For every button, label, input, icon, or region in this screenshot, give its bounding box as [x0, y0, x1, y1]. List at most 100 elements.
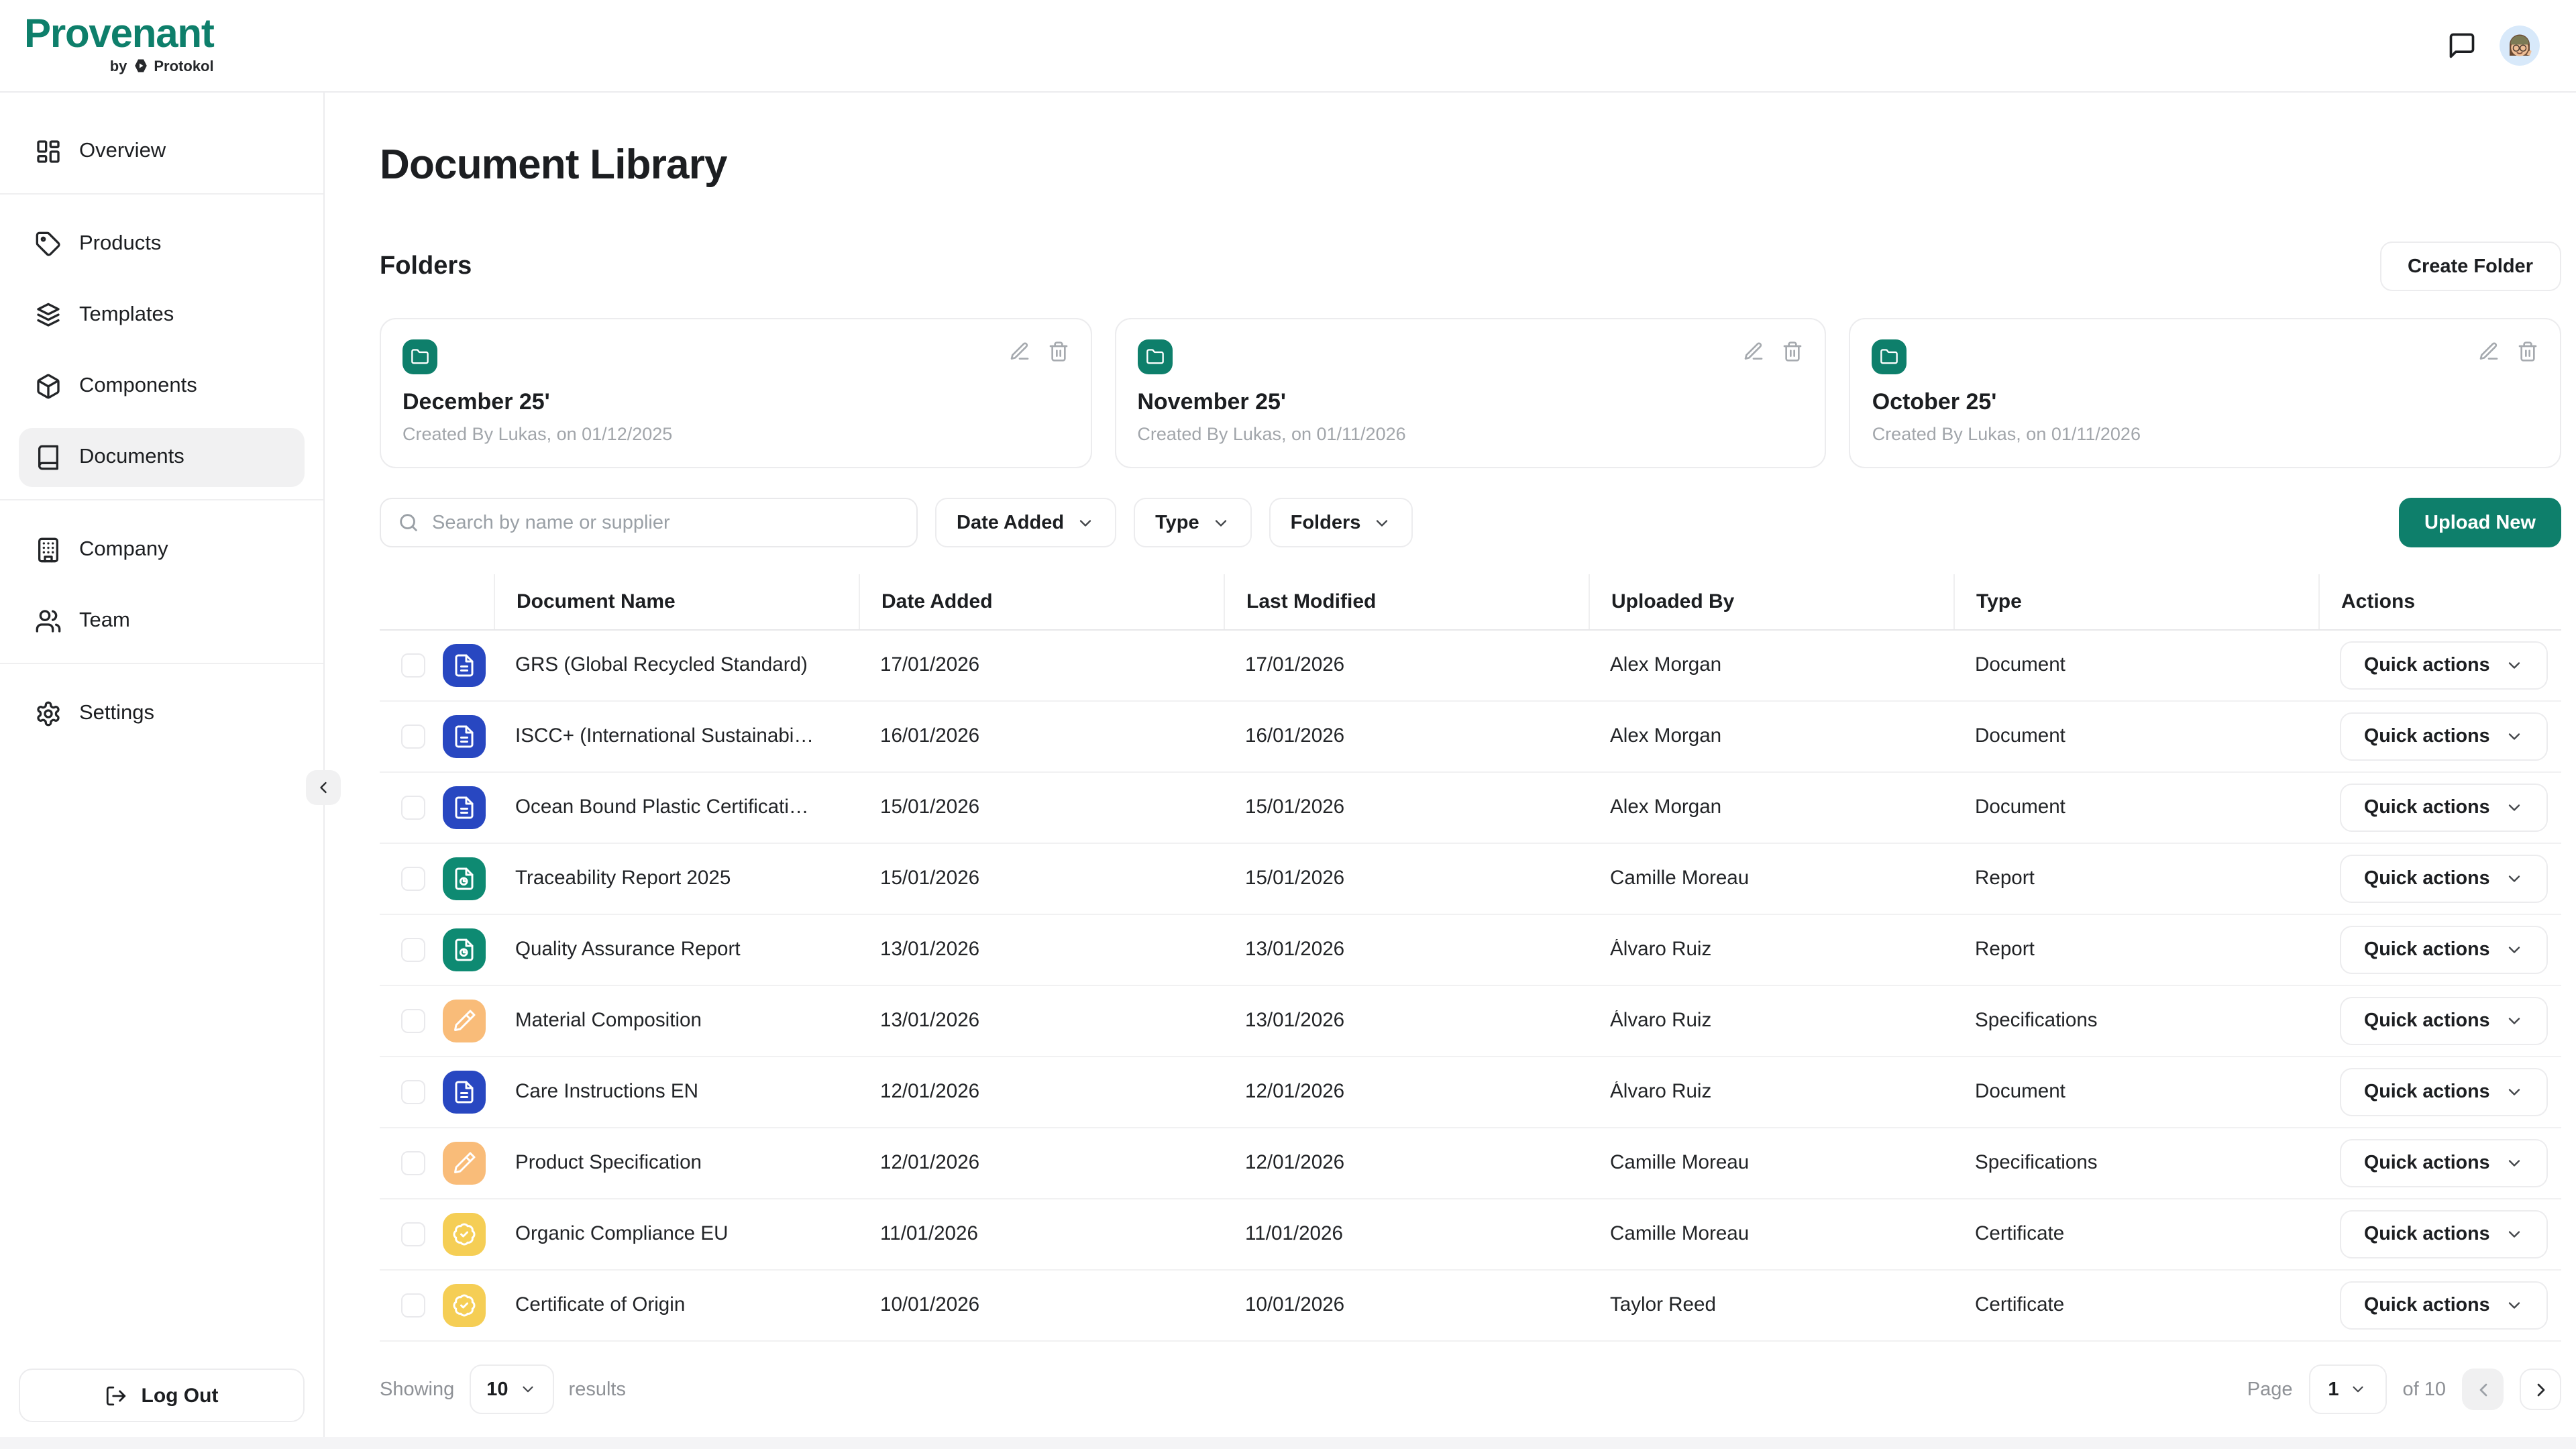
sidebar-item-documents[interactable]: Documents	[19, 428, 305, 487]
uploaded-by: Camille Moreau	[1589, 1152, 1953, 1174]
actions-cell: Quick actions	[2318, 997, 2561, 1045]
edit-folder-icon[interactable]	[2478, 341, 2500, 362]
row-select-cell	[380, 786, 494, 829]
uploaded-by: Álvaro Ruiz	[1589, 1081, 1953, 1103]
delete-folder-icon[interactable]	[2517, 341, 2538, 362]
dashboard-icon	[35, 138, 62, 165]
filter-label: Folders	[1291, 512, 1361, 533]
quick-actions-label: Quick actions	[2364, 1152, 2490, 1174]
row-checkbox[interactable]	[401, 653, 425, 678]
quick-actions-button[interactable]: Quick actions	[2340, 712, 2548, 761]
filter-folders[interactable]: Folders	[1269, 498, 1413, 547]
document-name: Traceability Report 2025	[494, 868, 859, 890]
row-select-cell	[380, 1071, 494, 1114]
layers-icon	[35, 302, 62, 329]
document-name: Organic Compliance EU	[494, 1224, 859, 1245]
column-header: Document Name	[494, 574, 859, 629]
uploaded-by: Camille Moreau	[1589, 868, 1953, 890]
quick-actions-button[interactable]: Quick actions	[2340, 784, 2548, 832]
row-checkbox[interactable]	[401, 938, 425, 962]
date-added: 17/01/2026	[859, 655, 1224, 676]
main-content: Document Library Folders Create Folder D…	[325, 93, 2576, 1449]
logout-button[interactable]: Log Out	[19, 1368, 305, 1422]
create-folder-button[interactable]: Create Folder	[2379, 241, 2561, 291]
folders-heading: Folders	[380, 252, 472, 281]
row-checkbox[interactable]	[401, 1293, 425, 1318]
sidebar-divider	[0, 499, 323, 500]
byline-protokol-text: Protokol	[154, 60, 213, 76]
column-header: Last Modified	[1224, 574, 1589, 629]
table-row: Care Instructions EN12/01/202612/01/2026…	[380, 1057, 2561, 1128]
next-page-button[interactable]	[2520, 1368, 2561, 1410]
edit-folder-icon[interactable]	[1008, 341, 1030, 362]
quick-actions-label: Quick actions	[2364, 1224, 2490, 1245]
sidebar-item-components[interactable]: Components	[19, 357, 305, 416]
last-modified: 11/01/2026	[1224, 1224, 1589, 1245]
topbar-right	[2447, 25, 2540, 66]
row-checkbox[interactable]	[401, 867, 425, 891]
quick-actions-button[interactable]: Quick actions	[2340, 1068, 2548, 1116]
document-name: Quality Assurance Report	[494, 939, 859, 961]
row-checkbox[interactable]	[401, 1222, 425, 1246]
document-type: Report	[1953, 939, 2318, 961]
row-checkbox[interactable]	[401, 1151, 425, 1175]
gear-icon	[35, 700, 62, 727]
quick-actions-button[interactable]: Quick actions	[2340, 1281, 2548, 1330]
row-checkbox[interactable]	[401, 1009, 425, 1033]
table-row: Ocean Bound Plastic Certificati…15/01/20…	[380, 773, 2561, 844]
sidebar-item-company[interactable]: Company	[19, 521, 305, 580]
quick-actions-button[interactable]: Quick actions	[2340, 855, 2548, 903]
row-checkbox[interactable]	[401, 1080, 425, 1104]
document-type: Specifications	[1953, 1010, 2318, 1032]
chat-icon[interactable]	[2447, 31, 2477, 60]
file-chart-icon	[443, 928, 486, 971]
folder-meta: Created By Lukas, on 01/11/2026	[1872, 424, 2538, 444]
quick-actions-button[interactable]: Quick actions	[2340, 1210, 2548, 1258]
page-select[interactable]: 1	[2309, 1364, 2387, 1414]
quick-actions-button[interactable]: Quick actions	[2340, 1139, 2548, 1187]
folder-card[interactable]: October 25'Created By Lukas, on 01/11/20…	[1849, 318, 2561, 468]
row-select-cell	[380, 715, 494, 758]
actions-cell: Quick actions	[2318, 855, 2561, 903]
sidebar-item-products[interactable]: Products	[19, 215, 305, 274]
sidebar-item-team[interactable]: Team	[19, 592, 305, 651]
edit-folder-icon[interactable]	[1743, 341, 1765, 362]
delete-folder-icon[interactable]	[1782, 341, 1804, 362]
document-name: Care Instructions EN	[494, 1081, 859, 1103]
actions-cell: Quick actions	[2318, 784, 2561, 832]
users-icon	[35, 608, 62, 635]
sidebar-item-settings[interactable]: Settings	[19, 684, 305, 743]
pager: Page 1 of 10	[2247, 1364, 2561, 1414]
delete-folder-icon[interactable]	[1047, 341, 1069, 362]
upload-new-button[interactable]: Upload New	[2399, 498, 2561, 547]
document-type: Document	[1953, 655, 2318, 676]
quick-actions-button[interactable]: Quick actions	[2340, 926, 2548, 974]
row-checkbox[interactable]	[401, 724, 425, 749]
date-added: 15/01/2026	[859, 868, 1224, 890]
filter-type[interactable]: Type	[1134, 498, 1252, 547]
box-icon	[35, 373, 62, 400]
last-modified: 12/01/2026	[1224, 1152, 1589, 1174]
search-input[interactable]	[432, 512, 900, 533]
row-checkbox[interactable]	[401, 796, 425, 820]
page-size-select[interactable]: 10	[469, 1364, 553, 1414]
quick-actions-button[interactable]: Quick actions	[2340, 997, 2548, 1045]
pencil-ruler-icon	[443, 1000, 486, 1042]
sidebar-item-templates[interactable]: Templates	[19, 286, 305, 345]
chevron-down-icon	[2350, 1381, 2367, 1398]
table-row: Traceability Report 202515/01/202615/01/…	[380, 844, 2561, 915]
sidebar-item-overview[interactable]: Overview	[19, 122, 305, 181]
quick-actions-button[interactable]: Quick actions	[2340, 641, 2548, 690]
sidebar-collapse-button[interactable]	[306, 770, 341, 805]
topbar: Provenant by Protokol	[0, 0, 2576, 93]
filter-date-added[interactable]: Date Added	[935, 498, 1116, 547]
last-modified: 10/01/2026	[1224, 1295, 1589, 1316]
quick-actions-label: Quick actions	[2364, 1295, 2490, 1316]
prev-page-button[interactable]	[2462, 1368, 2504, 1410]
user-avatar[interactable]	[2500, 25, 2540, 66]
folder-card[interactable]: December 25'Created By Lukas, on 01/12/2…	[380, 318, 1091, 468]
last-modified: 13/01/2026	[1224, 939, 1589, 961]
file-text-icon	[443, 1071, 486, 1114]
folder-card[interactable]: November 25'Created By Lukas, on 01/11/2…	[1114, 318, 1826, 468]
actions-cell: Quick actions	[2318, 712, 2561, 761]
